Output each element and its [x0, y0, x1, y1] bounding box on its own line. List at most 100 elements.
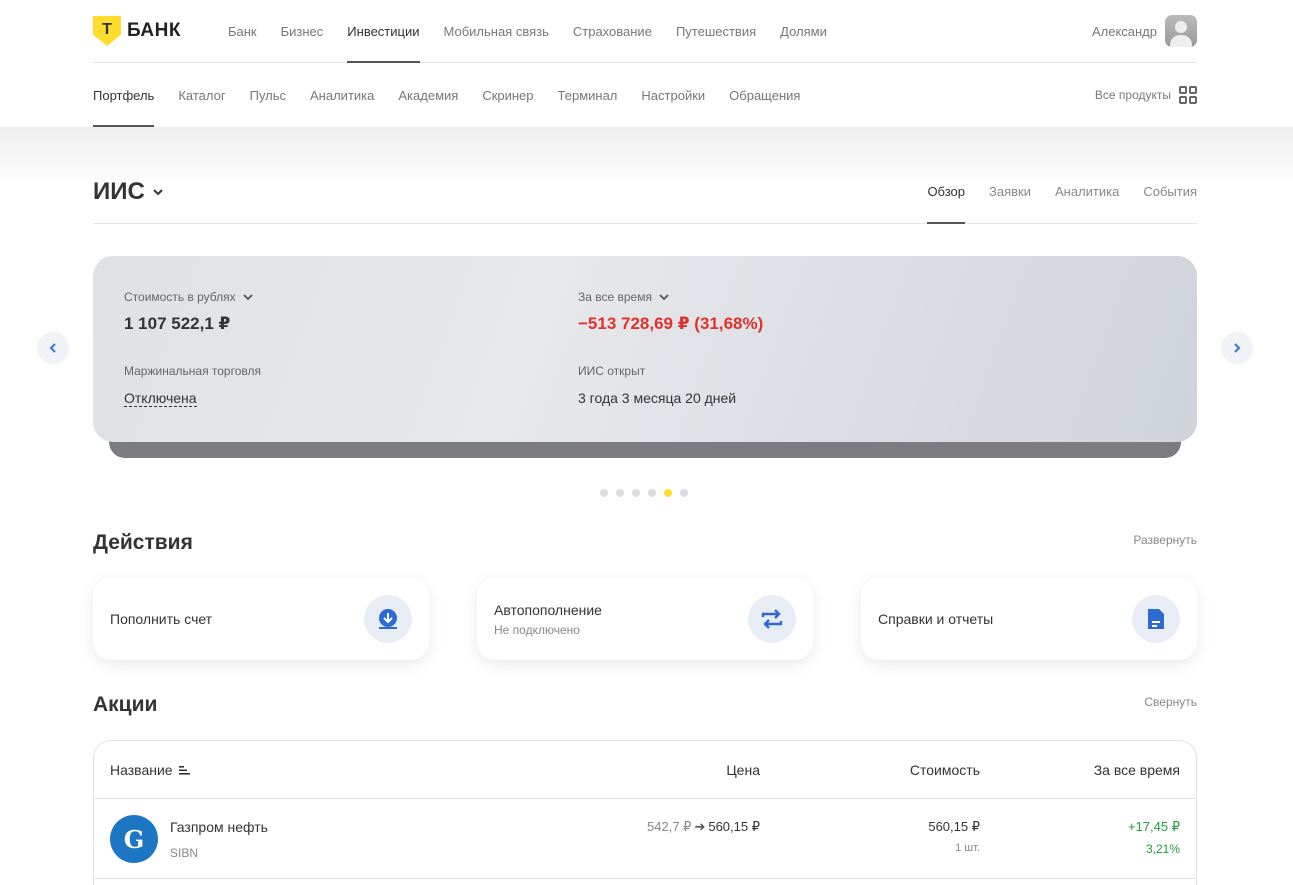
stock-gain-percent: 3,21% — [1145, 842, 1180, 856]
name-column-header[interactable]: Название — [110, 762, 191, 778]
tab-analytics[interactable]: Аналитика — [1055, 160, 1119, 223]
chevron-down-icon — [243, 294, 253, 301]
sub-nav-links: Портфель Каталог Пульс Аналитика Академи… — [93, 63, 800, 127]
subnav-item-terminal[interactable]: Терминал — [558, 63, 618, 127]
topup-label: Пополнить счет — [110, 611, 213, 627]
all-products-label: Все продукты — [1094, 88, 1171, 102]
alltime-column-header[interactable]: За все время — [1094, 762, 1180, 778]
autotopup-button[interactable]: Автопополнение Не подключено — [477, 578, 813, 660]
alltime-value: −513 728,69 ₽ (31,68%) — [578, 314, 764, 333]
topnav-item-business[interactable]: Бизнес — [281, 0, 324, 62]
carousel-dot[interactable] — [664, 489, 672, 497]
margin-status-link[interactable]: Отключена — [124, 390, 197, 407]
alltime-label-text: За все время — [578, 290, 652, 304]
name-column-label: Название — [110, 761, 173, 778]
topnav-item-bank[interactable]: Банк — [228, 0, 257, 62]
carousel-next-button[interactable] — [1221, 332, 1253, 364]
carousel-dot[interactable] — [600, 489, 608, 497]
actions-title: Действия — [93, 531, 193, 554]
gazprom-neft-logo-icon: G — [110, 815, 158, 863]
stock-name: Газпром нефть — [170, 819, 268, 835]
autotopup-status: Не подключено — [494, 622, 580, 637]
chevron-down-icon — [659, 294, 669, 301]
chevron-left-icon — [49, 343, 56, 353]
subnav-item-academy[interactable]: Академия — [398, 63, 458, 127]
top-nav-links: Банк Бизнес Инвестиции Мобильная связь С… — [228, 0, 827, 63]
stocks-table: Название Цена Стоимость За все время G Г… — [93, 740, 1197, 885]
stock-ticker: SIBN — [170, 846, 199, 860]
subnav-item-analytics[interactable]: Аналитика — [310, 63, 374, 127]
stock-value: 560,15 ₽ — [928, 819, 980, 834]
carousel-dot[interactable] — [616, 489, 624, 497]
price-to: 560,15 ₽ — [708, 819, 760, 834]
subnav-item-settings[interactable]: Настройки — [641, 63, 705, 127]
value-label-text: Стоимость в рублях — [124, 290, 236, 304]
repeat-icon — [748, 595, 796, 643]
topup-button[interactable]: Пополнить счет — [93, 578, 429, 660]
stock-gain: +17,45 ₽ — [1127, 819, 1180, 834]
subnav-item-portfolio[interactable]: Портфель — [93, 63, 155, 127]
avatar[interactable] — [1165, 15, 1197, 47]
value-label[interactable]: Стоимость в рублях — [124, 290, 254, 304]
grid-plus-icon — [1179, 86, 1197, 104]
download-icon — [364, 595, 412, 643]
logo-text: БАНК — [127, 20, 181, 41]
chevron-right-icon — [1234, 343, 1241, 353]
topnav-item-travel[interactable]: Путешествия — [676, 0, 756, 62]
stock-quantity: 1 шт. — [955, 842, 980, 854]
reports-button[interactable]: Справки и отчеты — [861, 578, 1197, 660]
user-menu[interactable]: Александр — [1092, 15, 1197, 47]
chevron-down-icon — [153, 188, 163, 195]
topnav-item-investments[interactable]: Инвестиции — [347, 0, 420, 63]
stock-price: 542,7 ₽ ➔ 560,15 ₽ — [647, 819, 760, 835]
value-cell: Стоимость в рублях 1 107 522,1 ₽ — [124, 290, 254, 334]
document-icon — [1132, 595, 1180, 643]
carousel-dot[interactable] — [648, 489, 656, 497]
tab-overview[interactable]: Обзор — [927, 160, 965, 224]
subnav-item-requests[interactable]: Обращения — [729, 63, 800, 127]
all-products-button[interactable]: Все продукты — [1095, 86, 1197, 104]
autotopup-label: Автопополнение — [494, 601, 602, 618]
user-name: Александр — [1091, 23, 1157, 39]
account-selector[interactable]: ИИС — [93, 178, 165, 206]
summary-card: Стоимость в рублях 1 107 522,1 ₽ За все … — [93, 256, 1197, 442]
table-row[interactable]: G Газпром нефть SIBN 542,7 ₽ ➔ 560,15 ₽ … — [94, 799, 1196, 879]
logo-shield-icon: Т — [93, 16, 121, 46]
topnav-item-mobile[interactable]: Мобильная связь — [444, 0, 549, 62]
subnav-item-screener[interactable]: Скринер — [482, 63, 533, 127]
opened-value: 3 года 3 месяца 20 дней — [578, 390, 737, 406]
table-header: Название Цена Стоимость За все время — [94, 741, 1196, 799]
margin-cell: Маржинальная торговля Отключена — [124, 364, 261, 408]
opened-label: ИИС открыт — [578, 364, 646, 378]
carousel-dots — [600, 489, 688, 497]
sub-navigation: Портфель Каталог Пульс Аналитика Академи… — [93, 63, 1197, 127]
tab-events[interactable]: События — [1143, 160, 1197, 223]
sort-icon — [178, 765, 190, 775]
carousel-dot[interactable] — [680, 489, 688, 497]
carousel-dot[interactable] — [632, 489, 640, 497]
account-header: ИИС Обзор Заявки Аналитика События — [93, 160, 1197, 224]
account-title: ИИС — [93, 177, 145, 205]
collapse-link[interactable]: Свернуть — [1144, 695, 1197, 709]
account-tabs: Обзор Заявки Аналитика События — [927, 160, 1197, 224]
portfolio-value: 1 107 522,1 ₽ — [124, 314, 231, 333]
top-navigation: Т БАНК Банк Бизнес Инвестиции Мобильная … — [93, 0, 1197, 63]
carousel-prev-button[interactable] — [37, 332, 69, 364]
subnav-item-catalog[interactable]: Каталог — [178, 63, 225, 127]
opened-cell: ИИС открыт 3 года 3 месяца 20 дней — [578, 364, 736, 406]
value-column-header[interactable]: Стоимость — [910, 762, 980, 778]
margin-label: Маржинальная торговля — [124, 364, 261, 378]
stocks-title: Акции — [93, 693, 158, 716]
alltime-label[interactable]: За все время — [578, 290, 763, 304]
subnav-item-pulse[interactable]: Пульс — [250, 63, 286, 127]
price-from: 542,7 ₽ — [647, 819, 692, 834]
reports-label: Справки и отчеты — [878, 611, 994, 627]
expand-link[interactable]: Развернуть — [1133, 533, 1197, 547]
bank-logo[interactable]: Т БАНК — [93, 16, 181, 46]
price-column-header[interactable]: Цена — [726, 762, 760, 778]
arrow-right-icon: ➔ — [694, 819, 706, 834]
topnav-item-installments[interactable]: Долями — [780, 0, 827, 62]
alltime-cell: За все время −513 728,69 ₽ (31,68%) — [578, 290, 763, 334]
tab-orders[interactable]: Заявки — [989, 160, 1031, 223]
topnav-item-insurance[interactable]: Страхование — [573, 0, 652, 62]
